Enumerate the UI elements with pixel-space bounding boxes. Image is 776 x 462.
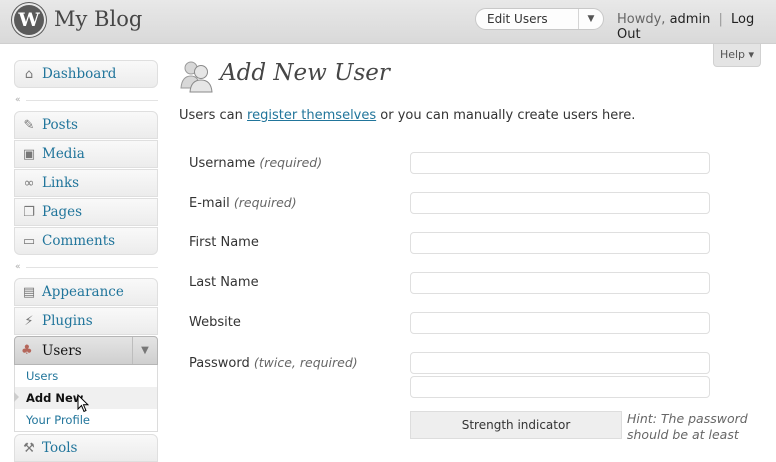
sidebar-item-plugins[interactable]: ⚡ Plugins [14,307,158,335]
page-title: Add New User [220,60,390,86]
sidebar-item-label: Plugins [42,313,93,329]
field-label-text: Last Name [189,275,259,290]
sidebar-item-label: Tools [42,440,78,456]
email-input[interactable] [410,192,710,214]
password-hint: Hint: The password should be at least [627,411,748,442]
intro-before: Users can [179,108,243,123]
collapse-arrow-icon[interactable]: « [15,262,25,272]
last-name-input[interactable] [410,272,710,294]
home-icon: ⌂ [24,67,34,82]
sidebar-item-label: Media [42,146,85,162]
sidebar-item-label: Links [42,175,80,191]
link-icon: ∞ [23,176,35,191]
sidebar-item-appearance[interactable]: ▤ Appearance [14,278,158,306]
separator: | [718,12,723,27]
sidebar-item-label: Appearance [42,284,124,300]
password-confirm-input[interactable] [410,376,710,398]
sidebar-item-dashboard[interactable]: ⌂ Dashboard [14,60,158,88]
users-icon: ♣ [21,343,33,358]
intro-text: Users can register themselves or you can… [179,108,635,123]
plugin-icon: ⚡ [24,314,34,329]
sidebar-item-links[interactable]: ∞ Links [14,169,158,197]
sidebar-item-label: Dashboard [42,66,117,82]
field-note: (required) [233,195,297,210]
password-label: Password (twice, required) [189,355,358,371]
sidebar-item-label: Comments [42,233,116,249]
strength-indicator: Strength indicator [410,411,622,439]
pushpin-icon: ✎ [23,118,35,133]
howdy-text: Howdy, [617,12,666,27]
pages-icon: ❐ [23,205,35,220]
last-name-label: Last Name [189,275,259,290]
username-label: Username (required) [189,155,322,171]
sidebar-item-comments[interactable]: ▭ Comments [14,227,158,255]
comment-icon: ▭ [22,234,36,249]
email-label: E-mail (required) [189,195,297,211]
submenu-toggle-icon[interactable]: ▼ [132,337,157,364]
intro-after: or you can manually create users here. [380,108,636,123]
field-label-text: Username [189,156,256,171]
website-label: Website [189,315,241,330]
help-tab[interactable]: Help ▾ [713,44,761,67]
favorite-action-label[interactable]: Edit Users [487,12,548,26]
password-input[interactable] [410,352,710,374]
sidebar-item-pages[interactable]: ❐ Pages [14,198,158,226]
username-link[interactable]: admin [670,12,711,27]
field-label-text: Website [189,315,241,330]
collapse-arrow-icon[interactable]: « [15,95,25,105]
user-info: Howdy, admin | Log Out [617,12,776,42]
submenu-item-users[interactable]: Users [26,369,58,383]
register-themselves-link[interactable]: register themselves [247,108,376,123]
favorite-actions-dropdown[interactable]: Edit Users ▼ [475,8,604,30]
sidebar-item-label: Users [42,343,82,359]
field-label-text: Password [189,356,250,371]
current-marker-icon [14,392,19,402]
sidebar-item-users[interactable]: ♣ Users ▼ [14,336,158,365]
website-input[interactable] [410,312,710,334]
users-page-icon [180,61,213,93]
menu-separator [26,100,158,101]
media-icon: ▣ [22,147,36,162]
site-title[interactable]: My Blog [54,7,142,31]
mouse-cursor-icon [77,394,89,413]
sidebar-item-media[interactable]: ▣ Media [14,140,158,168]
sidebar-item-posts[interactable]: ✎ Posts [14,111,158,139]
sidebar-item-tools[interactable]: ⚒ Tools [14,434,158,462]
chevron-down-icon[interactable]: ▼ [578,9,603,29]
wordpress-logo-icon: W [14,5,44,35]
username-input[interactable] [410,152,710,174]
field-label-text: First Name [189,235,259,250]
menu-separator [26,267,158,268]
field-note: (twice, required) [253,355,358,370]
tools-icon: ⚒ [23,441,35,456]
field-label-text: E-mail [189,196,230,211]
first-name-label: First Name [189,235,259,250]
appearance-icon: ▤ [22,285,36,300]
admin-header: W My Blog Edit Users ▼ Howdy, admin | Lo… [0,0,776,44]
submenu-item-add-new[interactable]: Add New [26,391,83,405]
submenu-item-your-profile[interactable]: Your Profile [26,413,90,427]
sidebar-item-label: Posts [42,117,78,133]
field-note: (required) [259,155,323,170]
first-name-input[interactable] [410,232,710,254]
sidebar-item-label: Pages [42,204,83,220]
